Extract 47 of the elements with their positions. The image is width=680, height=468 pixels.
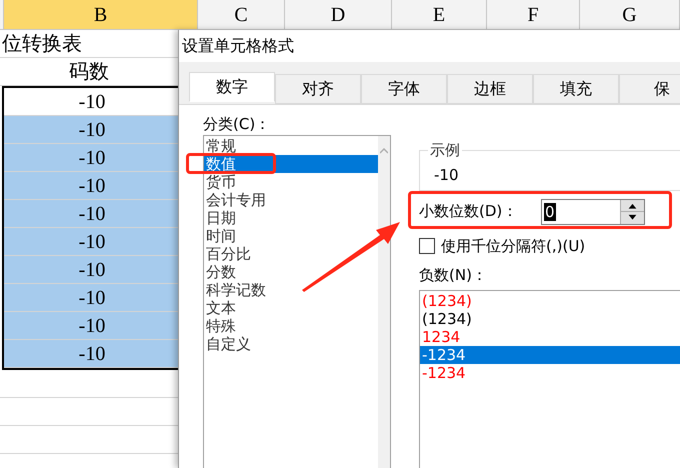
decimal-places-value: 0 <box>544 202 556 220</box>
table-cell[interactable]: -10 <box>4 312 180 340</box>
category-list[interactable]: 常规 数值 货币 会计专用 日期 时间 百分比 分数 科学记数 文本 特殊 自定义 <box>203 135 391 468</box>
category-item[interactable]: 分数 <box>204 263 378 281</box>
table-cell[interactable]: -10 <box>4 144 180 172</box>
negative-format-item[interactable]: -1234 <box>420 364 680 382</box>
tab[interactable]: 保 <box>619 74 680 104</box>
category-item[interactable]: 会计专用 <box>204 191 378 209</box>
table-cell[interactable]: -10 <box>4 228 180 256</box>
category-item[interactable]: 自定义 <box>204 335 378 353</box>
category-item[interactable]: 日期 <box>204 209 378 227</box>
tab[interactable]: 字体 <box>361 74 447 104</box>
negative-format-item[interactable]: (1234) <box>420 310 680 328</box>
decimal-places-label: 小数位数(D)： <box>419 201 518 222</box>
category-item[interactable]: 货币 <box>204 173 378 191</box>
category-label: 分类(C)： <box>203 114 272 135</box>
category-item[interactable]: 百分比 <box>204 245 378 263</box>
category-item[interactable]: 时间 <box>204 227 378 245</box>
tab[interactable]: 数字 <box>189 72 275 102</box>
negative-format-item[interactable]: (1234) <box>420 292 680 310</box>
spin-down-icon[interactable] <box>621 212 644 224</box>
category-item[interactable]: 科学记数 <box>204 281 378 299</box>
dialog-title: 设置单元格格式 <box>179 30 680 62</box>
category-item[interactable]: 常规 <box>204 137 378 155</box>
category-item[interactable]: 文本 <box>204 299 378 317</box>
table-cell[interactable]: -10 <box>4 340 180 368</box>
table-cell[interactable]: -10 <box>4 200 180 228</box>
tab[interactable]: 对齐 <box>275 74 361 104</box>
sample-value: -10 <box>433 165 460 185</box>
tab[interactable]: 边框 <box>447 74 533 104</box>
thousands-separator-label: 使用千位分隔符(,)(U) <box>441 236 586 257</box>
column-header[interactable]: B <box>4 0 198 29</box>
table-cell[interactable]: -10 <box>4 116 180 144</box>
scrollbar[interactable] <box>378 136 390 468</box>
negative-format-item[interactable]: 1234 <box>420 328 680 346</box>
negative-format-item[interactable]: -1234 <box>420 346 680 364</box>
negative-numbers-label: 负数(N)： <box>419 265 488 286</box>
decimal-places-spinner[interactable]: 0 <box>541 198 645 224</box>
thousands-checkbox[interactable] <box>419 238 435 254</box>
category-item[interactable]: 特殊 <box>204 317 378 335</box>
table-cell[interactable]: -10 <box>4 256 180 284</box>
negative-numbers-list[interactable]: (1234) (1234) 1234 -1234 -1234 <box>419 290 680 468</box>
table-cell[interactable]: -10 <box>4 172 180 200</box>
tab[interactable]: 填充 <box>533 74 619 104</box>
category-item[interactable]: 数值 <box>204 155 378 173</box>
spin-up-icon[interactable] <box>621 200 644 212</box>
table-cell[interactable]: -10 <box>4 284 180 312</box>
